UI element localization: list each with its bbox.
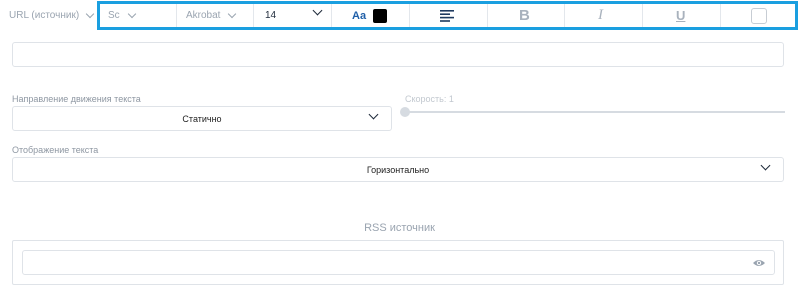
rss-title: RSS источник [364,222,435,234]
formatting-toolbar: URL (источник) Sc Akrobat 14 Aa B I U [0,0,799,31]
align-button[interactable] [440,0,454,31]
checkbox-box [751,7,767,24]
chevron-down-icon [228,9,237,18]
font-size-select[interactable]: 14 [265,0,325,31]
font-button-label: Aa [352,9,367,22]
font-size-value: 14 [265,10,277,21]
speed-slider-track[interactable] [405,111,785,113]
direction-label: Направление движения текста [12,94,141,104]
style-select-label: Sc [108,10,120,21]
style-select[interactable]: Sc [108,0,136,31]
checkbox[interactable] [751,0,767,31]
source-select-label: URL (источник) [9,10,80,21]
speed-slider-handle[interactable] [400,107,410,117]
display-value: Горизонтально [366,164,430,175]
divider [564,3,565,28]
font-select-label: Akrobat [186,10,221,21]
italic-button[interactable]: I [598,0,603,31]
font-button[interactable]: Aa [352,0,366,31]
divider [720,3,721,28]
text-input[interactable] [12,42,784,67]
direction-value: Статично [182,113,222,124]
bold-label: B [519,7,530,24]
chevron-down-icon [312,5,323,16]
divider [253,3,254,28]
source-select[interactable]: URL (источник) [9,0,95,31]
underline-label: U [676,8,686,23]
eye-icon[interactable] [752,258,766,268]
text-color-button[interactable] [373,0,387,31]
divider [176,3,177,28]
divider [642,3,643,28]
text-color-swatch [373,8,387,23]
italic-label: I [598,7,603,23]
divider [331,3,332,28]
chevron-down-icon [85,9,95,18]
rss-input[interactable] [22,250,775,275]
align-left-icon [440,9,454,22]
divider [487,3,488,28]
divider [409,3,410,28]
font-select[interactable]: Akrobat [186,0,237,31]
speed-label: Скорость: 1 [405,94,454,104]
underline-button[interactable]: U [676,0,685,31]
chevron-down-icon [127,9,136,18]
display-select[interactable]: Горизонтально [12,157,784,182]
display-label: Отображение текста [12,145,99,155]
divider [98,3,99,28]
direction-select[interactable]: Статично [12,106,392,131]
bold-button[interactable]: B [519,0,530,31]
